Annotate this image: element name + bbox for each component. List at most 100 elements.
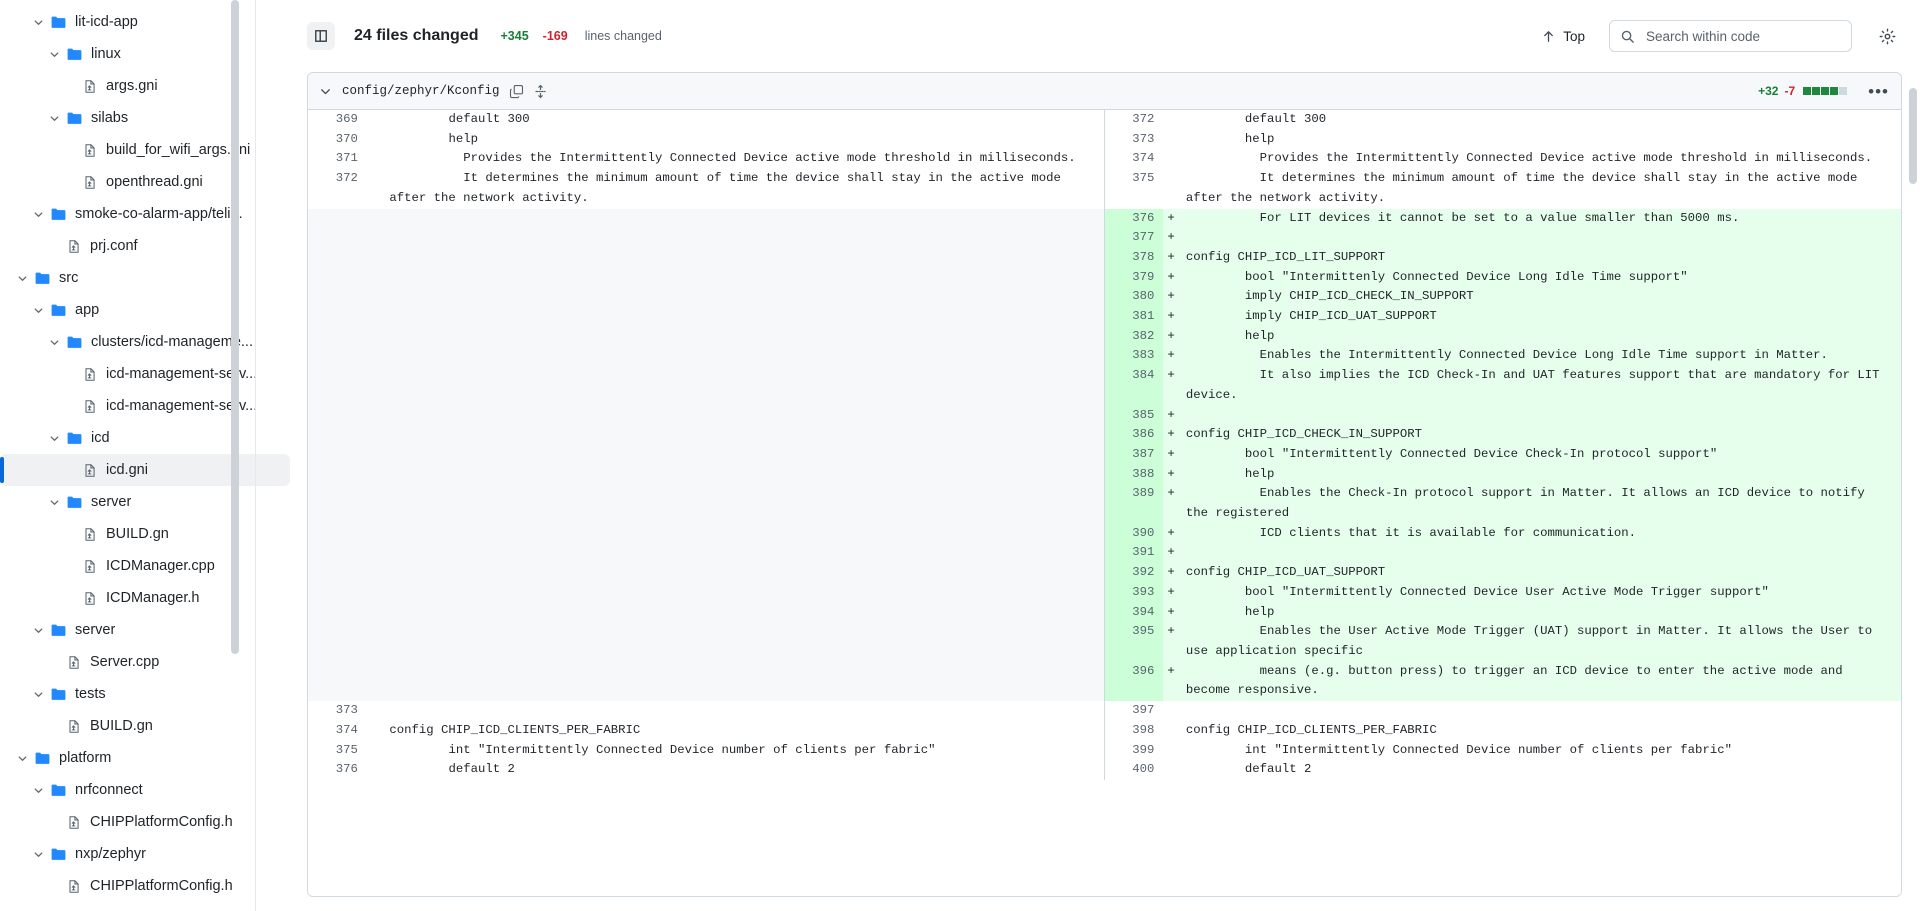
tree-file-12[interactable]: icd-management-serv... [0, 390, 290, 422]
diff-row[interactable]: 380 + imply CHIP_ICD_CHECK_IN_SUPPORT [308, 287, 1901, 308]
diff-row[interactable]: 389 + Enables the Check-In protocol suppo… [308, 484, 1901, 524]
tree-folder-8[interactable]: src [0, 262, 290, 294]
diff-row[interactable]: 396 + means (e.g. button press) to trigge… [308, 661, 1901, 702]
scroll-to-top-button[interactable]: Top [1541, 29, 1585, 44]
copy-icon[interactable] [509, 84, 524, 99]
tree-file-18[interactable]: ICDManager.h [0, 582, 290, 614]
tree-folder-21[interactable]: tests [0, 678, 290, 710]
tree-folder-19[interactable]: server [0, 614, 290, 646]
diff-row[interactable]: 384 + It also implies the ICD Check-In an… [308, 366, 1901, 406]
chevron-down-icon[interactable] [30, 846, 46, 862]
page-scrollbar[interactable] [1909, 88, 1917, 903]
chevron-down-icon[interactable] [14, 750, 30, 766]
tree-file-5[interactable]: openthread.gni [0, 166, 290, 198]
search-within-code-box[interactable] [1609, 20, 1852, 52]
old-line-number [308, 425, 367, 445]
tree-folder-13[interactable]: icd [0, 422, 290, 454]
sidebar-scrollbar[interactable] [231, 0, 239, 911]
chevron-down-icon[interactable] [318, 84, 333, 99]
tree-item-label: BUILD.gn [90, 718, 153, 734]
tree-folder-1[interactable]: linux [0, 38, 290, 70]
diff-row[interactable]: 393 + bool "Intermittently Connected Devi… [308, 582, 1901, 603]
diff-row[interactable]: 392 + config CHIP_ICD_UAT_SUPPORT [308, 563, 1901, 583]
new-line-sign: + [1163, 661, 1186, 702]
new-line-number: 389 [1103, 484, 1164, 524]
tree-file-22[interactable]: BUILD.gn [0, 710, 290, 742]
chevron-down-icon[interactable] [30, 302, 46, 318]
old-line-code [389, 523, 1105, 544]
folder-icon [34, 270, 51, 287]
diff-row[interactable]: 369 default 300 372 default 300 [308, 110, 1901, 130]
diff-row[interactable]: 388 + help [308, 464, 1901, 485]
diff-row[interactable]: 376 + For LIT devices it cannot be set to… [308, 208, 1901, 229]
chevron-down-icon[interactable] [46, 46, 62, 62]
tree-folder-6[interactable]: smoke-co-alarm-app/teli... [0, 198, 290, 230]
tree-item-label: server [75, 622, 116, 638]
tree-folder-26[interactable]: nxp/zephyr [0, 838, 290, 870]
tree-file-2[interactable]: args.gni [0, 70, 290, 102]
diff-row[interactable]: 381 + imply CHIP_ICD_UAT_SUPPORT [308, 307, 1901, 327]
chevron-down-icon[interactable] [30, 14, 46, 30]
chevron-down-icon[interactable] [14, 270, 30, 286]
tree-item-label: ICDManager.h [106, 590, 200, 606]
sidebar-scrollbar-thumb[interactable] [231, 0, 239, 654]
tree-file-4[interactable]: build_for_wifi_args.gni [0, 134, 290, 166]
tree-folder-3[interactable]: silabs [0, 102, 290, 134]
tree-file-11[interactable]: icd-management-serv... [0, 358, 290, 390]
tree-file-14[interactable]: icd.gni [0, 454, 290, 486]
tree-folder-0[interactable]: lit-icd-app [0, 6, 290, 38]
diff-row[interactable]: 375 int "Intermittently Connected Device… [308, 740, 1901, 761]
diff-row[interactable]: 385 + [308, 405, 1901, 426]
old-line-code [389, 464, 1105, 485]
chevron-down-icon[interactable] [30, 782, 46, 798]
tree-file-20[interactable]: Server.cpp [0, 646, 290, 678]
page-scrollbar-thumb[interactable] [1909, 88, 1917, 184]
diff-row[interactable]: 387 + bool "Intermittently Connected Devi… [308, 444, 1901, 465]
chevron-down-icon[interactable] [46, 494, 62, 510]
chevron-down-icon[interactable] [46, 430, 62, 446]
sidebar-toggle-button[interactable] [307, 22, 335, 50]
diff-row[interactable]: 379 + bool "Intermittenly Connected Devic… [308, 267, 1901, 288]
chevron-down-icon[interactable] [30, 686, 46, 702]
search-input[interactable] [1644, 27, 1841, 45]
chevron-down-icon[interactable] [30, 206, 46, 222]
diff-row[interactable]: 373 397 [308, 701, 1901, 721]
chevron-down-icon[interactable] [46, 334, 62, 350]
diff-row[interactable]: 383 + Enables the Intermittently Connecte… [308, 346, 1901, 367]
diff-row[interactable]: 371 Provides the Intermittently Connecte… [308, 149, 1901, 170]
tree-file-27[interactable]: CHIPPlatformConfig.h [0, 870, 290, 902]
tree-file-16[interactable]: BUILD.gn [0, 518, 290, 550]
tree-folder-24[interactable]: nrfconnect [0, 774, 290, 806]
tree-folder-23[interactable]: platform [0, 742, 290, 774]
chevron-down-icon[interactable] [46, 110, 62, 126]
tree-folder-10[interactable]: clusters/icd-manageme... [0, 326, 290, 358]
old-line-code [389, 425, 1105, 445]
old-line-code [389, 661, 1105, 702]
new-line-sign: + [1163, 464, 1186, 485]
new-line-number: 392 [1103, 563, 1164, 583]
tree-file-17[interactable]: ICDManager.cpp [0, 550, 290, 582]
diff-row[interactable]: 372 It determines the minimum amount of … [308, 169, 1901, 209]
diff-settings-button[interactable] [1872, 21, 1902, 51]
diff-row[interactable]: 386 + config CHIP_ICD_CHECK_IN_SUPPORT [308, 425, 1901, 445]
expand-collapse-icon[interactable] [533, 84, 548, 99]
tree-file-25[interactable]: CHIPPlatformConfig.h [0, 806, 290, 838]
tree-item-label: silabs [91, 110, 129, 126]
tree-folder-9[interactable]: app [0, 294, 290, 326]
diff-row[interactable]: 394 + help [308, 602, 1901, 623]
diff-row[interactable]: 377 + [308, 228, 1901, 248]
diff-row[interactable]: 391 + [308, 543, 1901, 564]
diff-row[interactable]: 390 + ICD clients that it is available fo… [308, 523, 1901, 544]
diff-scroll-region[interactable]: 369 default 300 372 default 300 370 help 37… [308, 110, 1901, 896]
diff-row[interactable]: 378 + config CHIP_ICD_LIT_SUPPORT [308, 247, 1901, 268]
diff-row[interactable]: 374 config CHIP_ICD_CLIENTS_PER_FABRIC 398… [308, 720, 1901, 741]
tree-folder-15[interactable]: server [0, 486, 290, 518]
diff-row[interactable]: 370 help 373 help [308, 129, 1901, 150]
tree-file-7[interactable]: prj.conf [0, 230, 290, 262]
file-options-button[interactable]: ••• [1868, 83, 1889, 100]
diff-row[interactable]: 376 default 2 400 default 2 [308, 760, 1901, 780]
diff-row[interactable]: 395 + Enables the User Active Mode Trigge… [308, 622, 1901, 662]
diff-row[interactable]: 382 + help [308, 326, 1901, 347]
diff-file-path[interactable]: config/zephyr/Kconfig [342, 84, 500, 98]
chevron-down-icon[interactable] [30, 622, 46, 638]
